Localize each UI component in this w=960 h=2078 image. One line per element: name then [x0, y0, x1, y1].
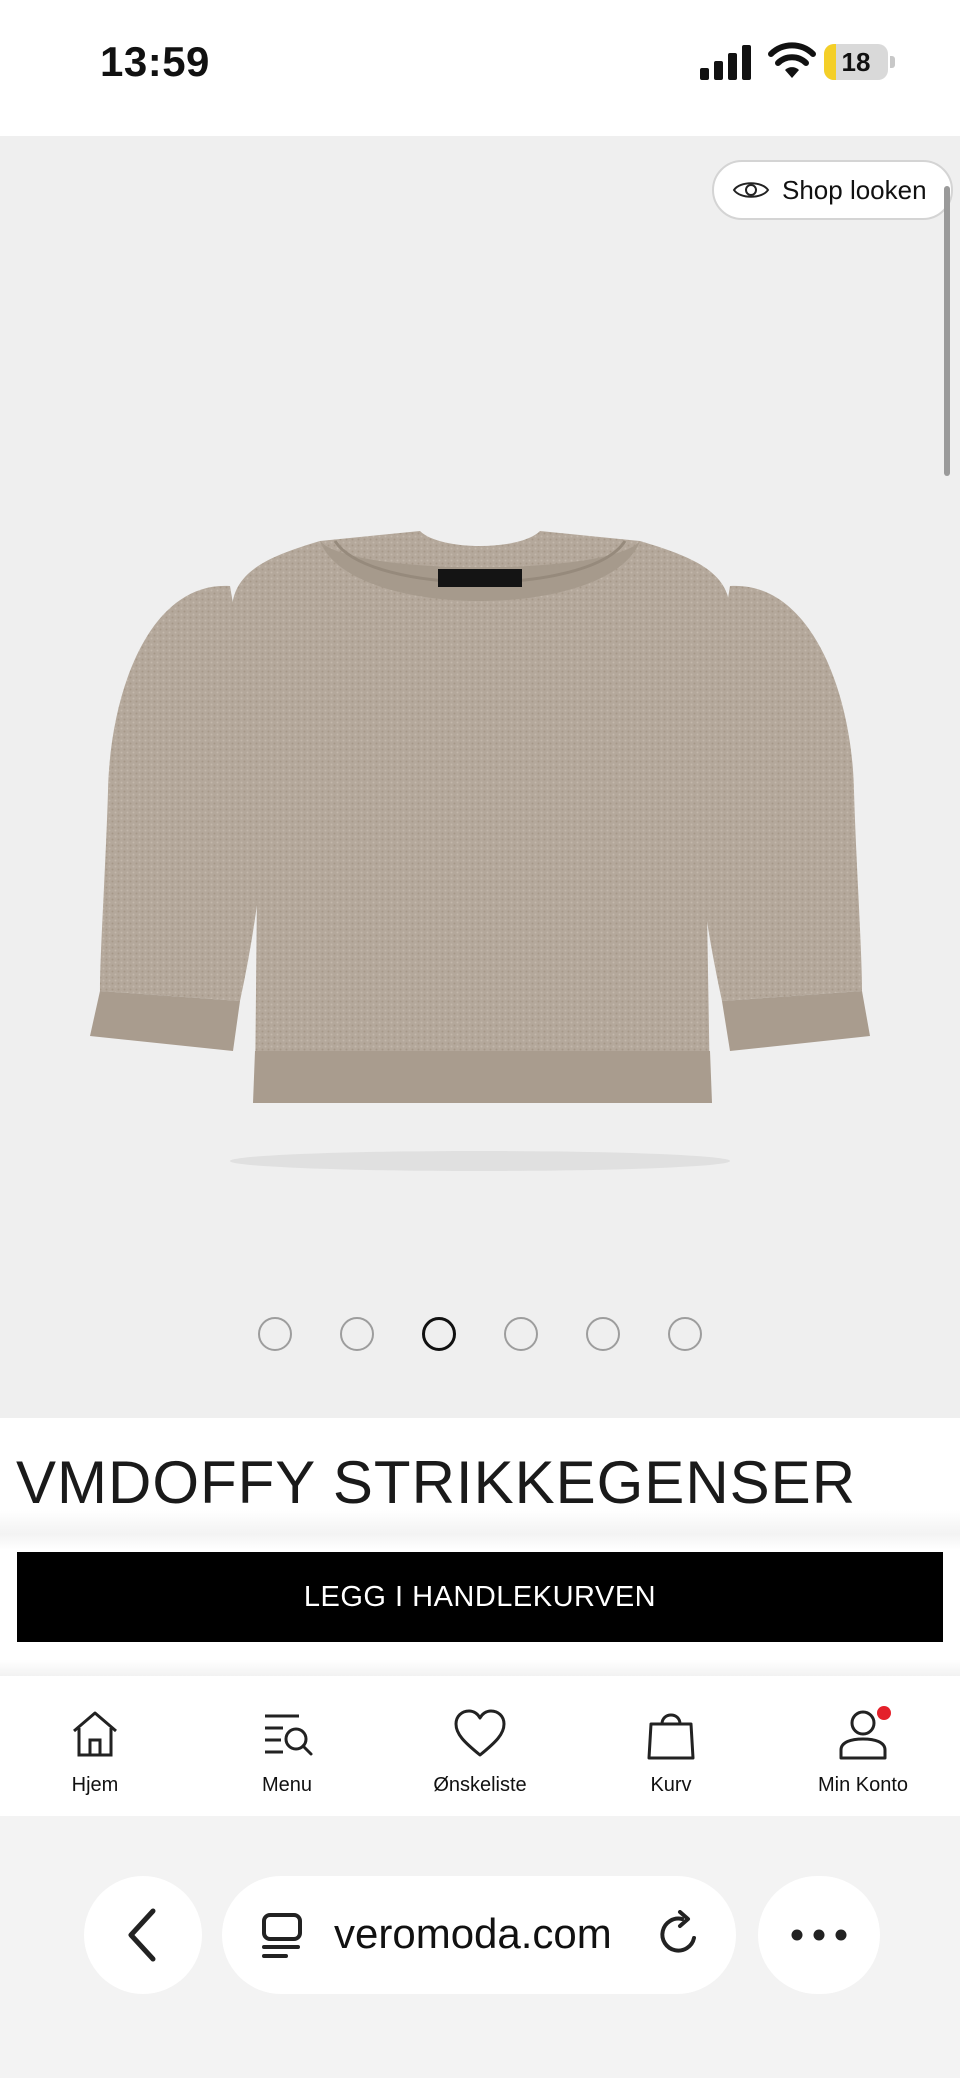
- shopping-bag-icon: [647, 1713, 695, 1760]
- url-text: veromoda.com: [334, 1910, 612, 1957]
- status-bar: 13:59 18: [0, 0, 960, 136]
- home-icon: [73, 1711, 117, 1757]
- battery-icon: 18: [824, 44, 896, 80]
- nav-item-cart[interactable]: Kurv: [586, 1706, 756, 1806]
- nav-item-account[interactable]: Min Konto: [778, 1706, 948, 1806]
- nav-label: Kurv: [650, 1774, 692, 1796]
- more-icon: [791, 1929, 847, 1941]
- cellular-signal-icon: [700, 45, 751, 80]
- nav-label: Ønskeliste: [433, 1774, 527, 1796]
- carousel-dot[interactable]: [422, 1317, 456, 1351]
- nav-label: Menu: [261, 1774, 313, 1796]
- product-image-carousel[interactable]: Shop looken: [0, 136, 960, 1418]
- nav-item-home[interactable]: Hjem: [10, 1706, 180, 1806]
- reload-icon[interactable]: [654, 1910, 704, 1960]
- chevron-left-icon: [128, 1908, 156, 1962]
- heart-icon: [454, 1709, 506, 1757]
- nav-label: Min Konto: [817, 1774, 909, 1796]
- notification-dot: [877, 1706, 891, 1720]
- browser-toolbar: veromoda.com: [0, 1816, 960, 2078]
- carousel-dot[interactable]: [668, 1317, 702, 1351]
- browser-back-button[interactable]: [84, 1876, 202, 1994]
- shop-look-label: Shop looken: [782, 174, 927, 205]
- status-time: 13:59: [100, 38, 210, 85]
- nav-item-menu[interactable]: Menu: [202, 1706, 372, 1806]
- user-icon: [835, 1706, 891, 1762]
- title-fade: [0, 1510, 960, 1550]
- carousel-dots: [0, 1317, 960, 1351]
- carousel-dot[interactable]: [258, 1317, 292, 1351]
- battery-level: 18: [841, 47, 871, 77]
- carousel-dot[interactable]: [340, 1317, 374, 1351]
- menu-search-icon: [265, 1714, 313, 1756]
- eye-icon: [732, 182, 770, 198]
- nav-item-wishlist[interactable]: Ønskeliste: [395, 1706, 565, 1806]
- product-title: VMDOFFY STRIKKEGENSER: [16, 1449, 857, 1516]
- carousel-dot[interactable]: [586, 1317, 620, 1351]
- shop-look-button[interactable]: Shop looken: [712, 160, 953, 220]
- carousel-dot[interactable]: [504, 1317, 538, 1351]
- nav-label: Hjem: [71, 1774, 119, 1796]
- browser-more-button[interactable]: [758, 1876, 880, 1994]
- bottom-nav: Hjem Menu Ønskeliste Kurv Min Konto: [0, 1676, 960, 1816]
- sweater-image: [90, 531, 870, 1171]
- scroll-indicator: [944, 186, 950, 476]
- address-bar[interactable]: veromoda.com: [222, 1876, 736, 1994]
- wifi-icon: [768, 42, 816, 78]
- tabs-icon: [262, 1913, 302, 1958]
- add-to-cart-button[interactable]: LEGG I HANDLEKURVEN: [17, 1552, 943, 1642]
